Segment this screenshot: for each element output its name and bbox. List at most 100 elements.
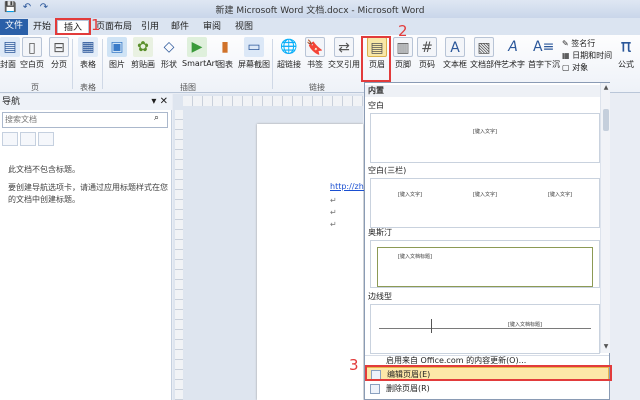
nav-tab-headings[interactable]: [2, 132, 18, 146]
vertical-ruler: [175, 110, 183, 400]
blank-page-icon: ▯: [22, 37, 42, 57]
step1-highlight: [55, 18, 91, 35]
tab-references[interactable]: 引用: [138, 20, 162, 35]
scroll-down-icon[interactable]: ▼: [601, 343, 611, 350]
group-label-tables: 表格: [80, 83, 96, 92]
object-button[interactable]: ▢ 对象: [562, 62, 588, 73]
cross-reference-icon: ⇄: [334, 37, 354, 57]
wordart-icon: A: [508, 39, 518, 55]
horizontal-ruler: [183, 96, 363, 106]
scroll-up-icon[interactable]: ▲: [601, 84, 611, 91]
blank-page-button[interactable]: ▯ 空白页: [18, 37, 46, 70]
gallery-scrollbar[interactable]: ▲ ▼: [600, 83, 610, 353]
footer-button[interactable]: ▥ 页脚: [392, 37, 414, 70]
gallery-item-placeholder: [键入文档标题]: [398, 254, 432, 260]
cover-page-button[interactable]: ▤ 封面: [0, 37, 20, 70]
group-separator: [272, 39, 273, 89]
picture-button[interactable]: ▣ 图片: [106, 37, 128, 70]
datetime-button[interactable]: ▦ 日期和时间: [562, 50, 612, 61]
pi-icon: π: [620, 36, 632, 57]
tab-file[interactable]: 文件: [0, 19, 28, 35]
gallery-item-placeholder: [键入文字]: [548, 192, 572, 198]
nav-pane-title: 导航: [2, 97, 21, 107]
bookmark-button[interactable]: 🔖 书签: [304, 37, 326, 70]
bookmark-icon: 🔖: [305, 37, 325, 57]
gallery-item-name: 空白(三栏): [368, 166, 407, 175]
page-break-button[interactable]: ⊟ 分页: [48, 37, 70, 70]
quick-parts-icon: ▧: [474, 37, 494, 57]
nav-pane-header: 导航 ▾ ✕: [0, 94, 172, 110]
window-title: 新建 Microsoft Word 文档.docx - Microsoft Wo…: [215, 6, 425, 16]
paragraph-mark: ↵: [330, 208, 337, 217]
page-break-icon: ⊟: [49, 37, 69, 57]
object-icon: ▢: [562, 63, 570, 72]
sideline-rule: [379, 328, 591, 329]
smartart-button[interactable]: ▶ SmartArt: [182, 37, 218, 68]
equation-button[interactable]: π 公式: [614, 37, 638, 70]
picture-icon: ▣: [107, 37, 127, 57]
group-label-illustrations: 插图: [180, 83, 196, 92]
table-button[interactable]: ▦ 表格: [76, 37, 100, 70]
close-icon[interactable]: ▾ ✕: [151, 94, 168, 110]
drop-cap-icon: A≡: [533, 39, 555, 55]
remove-header-icon: [370, 384, 380, 394]
gallery-item-name: 奥斯汀: [368, 228, 392, 237]
step-number-3: 3: [349, 356, 359, 374]
document-page[interactable]: [257, 124, 363, 400]
search-icon[interactable]: ⌕: [154, 113, 159, 123]
screenshot-icon: ▭: [244, 37, 264, 57]
smartart-icon: ▶: [187, 37, 207, 57]
screenshot-button[interactable]: ▭ 屏幕截图: [238, 37, 270, 70]
nav-help-message: 要创建导航选项卡，请通过应用标题样式在您的文档中创建标题。: [8, 183, 168, 204]
hyperlink-button[interactable]: 🌐 超链接: [276, 37, 302, 70]
signature-line-button[interactable]: ✎ 签名行: [562, 38, 595, 49]
tab-view[interactable]: 视图: [232, 20, 256, 35]
signature-icon: ✎: [562, 39, 569, 48]
cross-reference-button[interactable]: ⇄ 交叉引用: [328, 37, 360, 70]
page-number-icon: #: [417, 37, 437, 57]
group-separator: [72, 39, 73, 89]
gallery-item-austin[interactable]: [键入文档标题]: [370, 240, 600, 288]
nav-tab-results[interactable]: [38, 132, 54, 146]
step3-highlight: [365, 365, 612, 381]
remove-header-item[interactable]: 删除页眉(R): [366, 382, 609, 396]
clip-art-icon: ✿: [133, 37, 153, 57]
gallery-item-name: 边线型: [368, 292, 392, 301]
chart-button[interactable]: ▮ 图表: [214, 37, 236, 70]
gallery-item-sideline[interactable]: [键入文档标题]: [370, 304, 600, 354]
group-separator: [102, 39, 103, 89]
tab-review[interactable]: 审阅: [200, 20, 224, 35]
scrollbar-thumb[interactable]: [603, 109, 609, 131]
footer-icon: ▥: [393, 37, 413, 57]
nav-search-input[interactable]: 搜索文档: [2, 112, 168, 128]
calendar-icon: ▦: [562, 51, 570, 60]
sideline-tick: [431, 319, 432, 333]
step-number-1: 1: [91, 16, 101, 34]
navigation-pane: 导航 ▾ ✕ 搜索文档 ⌕ 此文档不包含标题。 要创建导航选项卡，请通过应用标题…: [0, 94, 172, 400]
page-number-button[interactable]: # 页码: [416, 37, 438, 70]
textbox-icon: A: [445, 37, 465, 57]
quick-parts-button[interactable]: ▧ 文档部件: [470, 37, 502, 70]
gallery-section-builtin: 内置: [365, 85, 600, 97]
gallery-item-blank-three-column[interactable]: [键入文字] [键入文字] [键入文字]: [370, 178, 600, 228]
header-gallery-dropdown: 内置 空白 [键入文字] 空白(三栏) [键入文字] [键入文字] [键入文字]…: [364, 82, 610, 400]
gallery-item-blank[interactable]: [键入文字]: [370, 113, 600, 163]
tab-mailings[interactable]: 邮件: [168, 20, 192, 35]
step-number-2: 2: [398, 22, 408, 40]
textbox-button[interactable]: A 文本框: [442, 37, 468, 70]
paragraph-mark: ↵: [330, 220, 337, 229]
clip-art-button[interactable]: ✿ 剪贴画: [130, 37, 156, 70]
tab-home[interactable]: 开始: [30, 20, 54, 35]
chart-icon: ▮: [221, 39, 229, 55]
drop-cap-button[interactable]: A≡ 首字下沉: [528, 37, 560, 70]
nav-tab-pages[interactable]: [20, 132, 36, 146]
step2-highlight: [361, 36, 391, 82]
shapes-button[interactable]: ◇ 形状: [158, 37, 180, 70]
nav-view-tabs: [2, 132, 54, 148]
group-label-links: 链接: [309, 83, 325, 92]
wordart-button[interactable]: A 艺术字: [500, 37, 526, 70]
globe-icon: 🌐: [280, 39, 298, 55]
gallery-item-name: 空白: [368, 101, 384, 110]
shapes-icon: ◇: [163, 39, 175, 55]
nav-empty-message: 此文档不包含标题。: [8, 165, 80, 174]
